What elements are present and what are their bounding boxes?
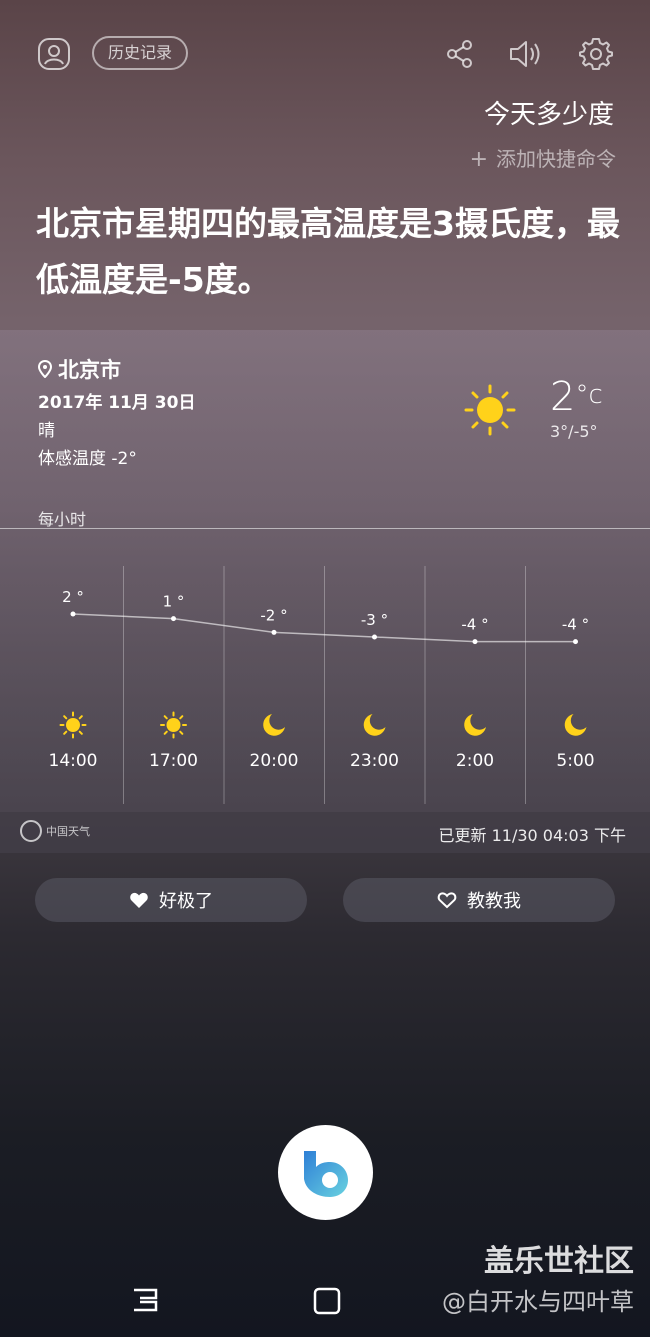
add-shortcut-label: 添加快捷命令: [496, 147, 616, 171]
current-temperature: 2°c: [550, 374, 603, 420]
weather-condition: 晴: [38, 421, 55, 441]
like-button[interactable]: 好极了: [35, 878, 307, 922]
teach-me-label: 教教我: [467, 891, 521, 912]
sun-icon: [464, 384, 516, 436]
add-shortcut-link[interactable]: + 添加快捷命令: [470, 143, 616, 172]
sun-icon: [59, 711, 87, 739]
temperature-point: [70, 611, 76, 617]
hourly-time-label: 17:00: [149, 751, 198, 771]
temperature-point: [472, 639, 478, 645]
hourly-time-label: 5:00: [556, 751, 594, 771]
speaker-icon[interactable]: [506, 34, 546, 74]
hourly-temp-label: 2 °: [62, 588, 84, 606]
bixby-button[interactable]: [278, 1125, 373, 1220]
high-low-temp: 3°/-5°: [550, 422, 598, 441]
temperature-point: [372, 634, 377, 640]
weather-date: 2017年 11月 30日: [38, 393, 196, 413]
heart-outline-icon: [437, 892, 457, 909]
feels-like-temp: 体感温度 -2°: [38, 449, 137, 469]
navigation-bar: [0, 1270, 650, 1337]
moon-icon: [263, 714, 285, 736]
hourly-temp-label: 1 °: [163, 593, 185, 611]
home-icon[interactable]: [312, 1286, 342, 1316]
location: 北京市: [38, 354, 121, 384]
teach-me-button[interactable]: 教教我: [343, 878, 615, 922]
heart-filled-icon: [130, 892, 148, 908]
moon-icon: [464, 714, 486, 736]
cma-seal-icon: [20, 820, 42, 842]
weather-provider-logo[interactable]: 中国天气: [20, 820, 90, 842]
hourly-time-label: 14:00: [49, 751, 98, 771]
settings-gear-icon[interactable]: [576, 34, 616, 74]
sun-icon: [160, 711, 187, 739]
moon-icon: [363, 714, 386, 736]
hourly-temp-label: -4 °: [562, 616, 589, 634]
hourly-forecast[interactable]: 2 ° 14:00 1 ° 17:00 -2 ° 20:00 -3 ° 23:00 -4 ° 2:…: [0, 530, 650, 812]
weather-card[interactable]: 北京市 2017年 11月 30日 晴 体感温度 -2° 2°c 3°/-5° …: [0, 330, 650, 853]
history-button[interactable]: 历史记录: [92, 36, 189, 70]
location-name: 北京市: [58, 358, 121, 382]
hourly-temp-label: -4 °: [461, 616, 488, 634]
hourly-time-label: 20:00: [250, 751, 299, 771]
profile-icon[interactable]: [34, 34, 74, 74]
moon-icon: [564, 714, 587, 736]
location-pin-icon: [38, 360, 52, 378]
temp-unit: °c: [575, 380, 603, 410]
plus-icon: +: [469, 147, 488, 172]
hourly-temp-label: -3 °: [361, 611, 388, 629]
voice-query-text: 今天多少度: [483, 100, 614, 130]
like-label: 好极了: [159, 891, 213, 912]
current-temp-value: 2: [550, 374, 576, 420]
share-icon[interactable]: [440, 34, 480, 74]
hourly-time-label: 2:00: [456, 751, 494, 771]
hourly-label: 每小时: [38, 510, 87, 529]
hourly-temp-label: -2 °: [260, 606, 287, 624]
recent-apps-icon[interactable]: [130, 1286, 160, 1314]
card-footer: 中国天气 已更新 11/30 04:03 下午: [0, 812, 650, 853]
temperature-point: [171, 616, 176, 622]
bixby-logo-icon: [303, 1150, 348, 1197]
assistant-answer: 北京市星期四的最高温度是3摄氏度，最低温度是-5度。: [36, 204, 620, 299]
provider-name: 中国天气: [46, 825, 90, 838]
divider: [0, 528, 650, 529]
temperature-point: [271, 629, 277, 635]
updated-time: 已更新 11/30 04:03 下午: [438, 826, 626, 845]
top-bar: 历史记录: [0, 32, 650, 78]
temperature-point: [573, 639, 578, 645]
hourly-time-label: 23:00: [350, 751, 399, 771]
